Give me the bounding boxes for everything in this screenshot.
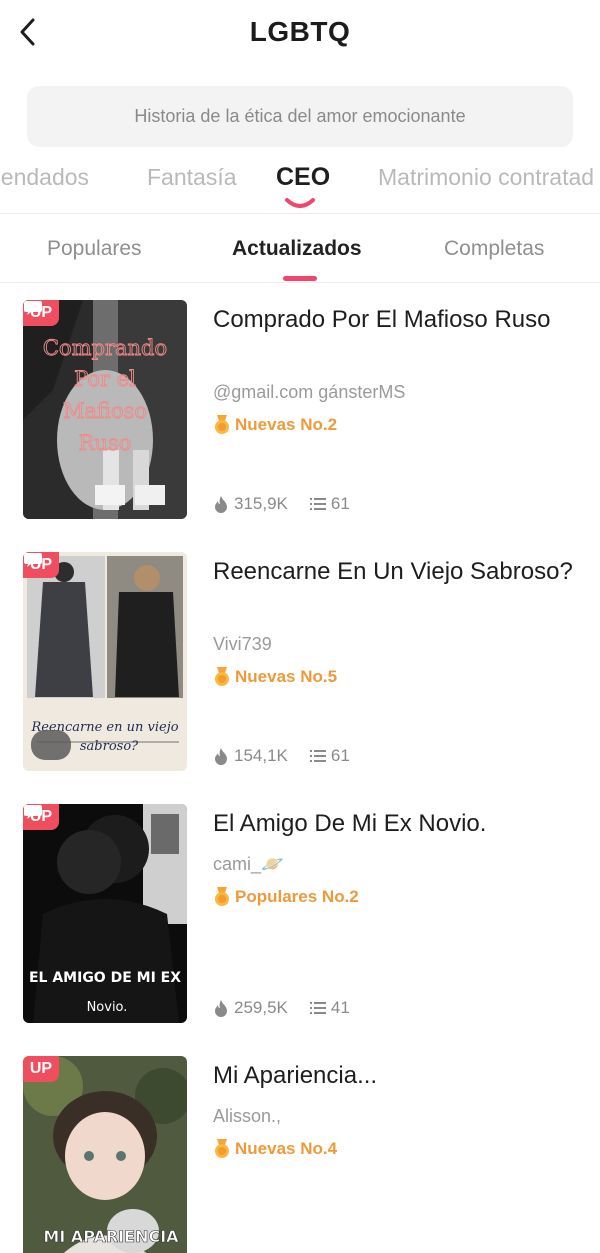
rank-label: Nuevas No.5 xyxy=(213,667,337,687)
cover-art: MI APARIENCIA xyxy=(23,1056,187,1253)
book-item[interactable]: MI APARIENCIA UP Mi Apariencia... Alisso… xyxy=(0,1056,600,1253)
medal-icon xyxy=(215,1139,229,1158)
sub-tabs: Populares Actualizados Completas xyxy=(0,215,600,283)
views-count: 259,5K xyxy=(234,998,288,1017)
rank-text: Nuevas No.4 xyxy=(235,1139,338,1158)
chapter-list-icon xyxy=(309,498,326,510)
rank-label: Nuevas No.2 xyxy=(213,415,337,435)
book-item[interactable]: Comprando Por el Mafioso Ruso UP Comprad… xyxy=(0,300,600,540)
cover-title-line: Ruso xyxy=(79,431,132,455)
cover-art: EL AMIGO DE MI EX Novio. xyxy=(23,804,187,1023)
tab-matrimonio-contratado[interactable]: Matrimonio contratad xyxy=(378,164,594,191)
views-count: 154,1K xyxy=(234,746,288,765)
up-badge: UP xyxy=(23,1056,59,1082)
top-bar: LGBTQ xyxy=(0,0,600,70)
chat-bubble-icon xyxy=(24,553,42,567)
book-cover[interactable]: EL AMIGO DE MI EX Novio. UP xyxy=(23,804,187,1023)
book-title[interactable]: Comprado Por El Mafioso Ruso xyxy=(213,304,583,336)
book-item[interactable]: Reencarne en un viejo sabroso? UP Reenca… xyxy=(0,552,600,792)
book-stats: 154,1K 61 xyxy=(213,746,372,766)
rank-text: Nuevas No.2 xyxy=(235,415,338,434)
medal-icon xyxy=(215,415,229,434)
chapter-list-icon xyxy=(309,750,326,762)
book-stats: 259,5K 41 xyxy=(213,998,372,1018)
book-item[interactable]: EL AMIGO DE MI EX Novio. UP El Amigo De … xyxy=(0,804,600,1044)
cover-title-line: Comprando xyxy=(43,336,167,360)
chapter-list-icon xyxy=(309,1002,326,1014)
book-title[interactable]: Reencarne En Un Viejo Sabroso? xyxy=(213,556,583,588)
book-author: cami_🪐 xyxy=(213,854,284,874)
book-title[interactable]: Mi Apariencia... xyxy=(213,1060,583,1092)
cover-title-line: Mafioso xyxy=(63,399,147,423)
tab-actualizados[interactable]: Actualizados xyxy=(232,237,362,261)
rank-label: Populares No.2 xyxy=(213,887,359,907)
tab-fantasia[interactable]: Fantasía xyxy=(147,164,237,191)
medal-icon xyxy=(215,667,229,686)
tab-completas[interactable]: Completas xyxy=(444,237,544,261)
tab-recomendados[interactable]: nendados xyxy=(0,164,89,191)
book-cover[interactable]: Comprando Por el Mafioso Ruso UP xyxy=(23,300,187,519)
search-placeholder: Historia de la ética del amor emocionant… xyxy=(134,106,466,126)
cover-art: Comprando Por el Mafioso Ruso xyxy=(23,300,187,519)
flame-icon xyxy=(215,748,227,765)
tab-ceo[interactable]: CEO xyxy=(276,163,330,192)
flame-icon xyxy=(215,1000,227,1017)
book-author: @gmail.com gánsterMS xyxy=(213,382,406,402)
chapter-count: 41 xyxy=(330,998,350,1017)
book-cover[interactable]: MI APARIENCIA UP xyxy=(23,1056,187,1253)
book-author: Alisson., xyxy=(213,1106,282,1126)
rank-label: Nuevas No.4 xyxy=(213,1139,337,1159)
rank-text: Nuevas No.5 xyxy=(235,667,338,686)
rank-text: Populares No.2 xyxy=(235,887,359,906)
cover-title-line: sabroso? xyxy=(80,739,139,754)
flame-icon xyxy=(215,496,227,513)
cover-title-line: Novio. xyxy=(87,1000,128,1015)
book-title[interactable]: El Amigo De Mi Ex Novio. xyxy=(213,808,583,840)
sub-tab-underline xyxy=(283,276,317,281)
book-stats: 315,9K 61 xyxy=(213,494,372,514)
search-bar[interactable]: Historia de la ética del amor emocionant… xyxy=(27,86,573,147)
medal-icon xyxy=(215,887,229,906)
chapter-count: 61 xyxy=(330,746,350,765)
chapter-count: 61 xyxy=(330,494,350,513)
chat-bubble-icon xyxy=(24,805,42,819)
page-title: LGBTQ xyxy=(249,16,351,47)
views-count: 315,9K xyxy=(234,494,288,513)
cover-title-line: EL AMIGO DE MI EX xyxy=(29,970,181,986)
cover-title-line: Por el xyxy=(74,367,136,391)
book-cover[interactable]: Reencarne en un viejo sabroso? UP xyxy=(23,552,187,771)
chat-bubble-icon xyxy=(24,301,42,315)
cover-title-line: MI APARIENCIA xyxy=(43,1227,179,1246)
tab-populares[interactable]: Populares xyxy=(47,237,142,261)
book-author: Vivi739 xyxy=(213,634,272,654)
active-tab-indicator xyxy=(285,198,315,208)
cover-art: Reencarne en un viejo sabroso? xyxy=(23,552,187,771)
